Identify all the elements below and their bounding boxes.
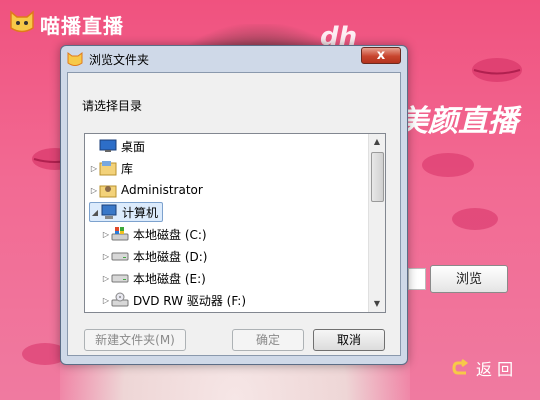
dvd-drive-icon xyxy=(111,292,129,307)
close-button[interactable]: x xyxy=(361,47,401,64)
tree-item-administrator[interactable]: ▷ Administrator xyxy=(89,180,203,200)
expand-arrow-icon[interactable]: ▷ xyxy=(89,164,99,173)
tree-scrollbar[interactable]: ▲ ▼ xyxy=(368,134,385,312)
dialog-titlebar[interactable]: 浏览文件夹 x xyxy=(61,46,407,72)
tree-item-label: 库 xyxy=(121,161,134,176)
back-label: 返 回 xyxy=(476,360,514,379)
expand-arrow-icon[interactable]: ▷ xyxy=(101,230,111,239)
library-icon xyxy=(99,161,117,176)
app-title: 喵播直播 xyxy=(40,14,124,38)
scroll-thumb[interactable] xyxy=(371,152,384,202)
tree-item-library[interactable]: ▷ 库 xyxy=(89,158,133,178)
desktop-icon xyxy=(99,139,117,152)
tree-item-desktop[interactable]: 桌面 xyxy=(89,136,145,156)
drive-icon xyxy=(111,252,129,261)
tree-item-dvd[interactable]: ▷ DVD RW 驱动器 (F:) xyxy=(101,290,246,310)
tree-item-drive-c[interactable]: ▷ 本地磁盘 (C:) xyxy=(101,224,207,244)
path-input[interactable] xyxy=(408,268,426,290)
user-folder-icon xyxy=(99,185,117,198)
tree-item-label: 本地磁盘 (D:) xyxy=(133,249,208,264)
app-logo-icon xyxy=(67,52,83,66)
lips-decoration-icon xyxy=(422,153,474,177)
cancel-button[interactable]: 取消 xyxy=(313,329,385,351)
dialog-prompt: 请选择目录 xyxy=(82,99,143,113)
app-logo-icon xyxy=(10,10,34,33)
dialog-body: 请选择目录 桌面 ▷ 库 ▷ Administrator ◢ 计算机 ▷ 本地磁… xyxy=(67,72,401,356)
collapse-arrow-icon[interactable]: ◢ xyxy=(90,208,100,217)
banner-title-partial: 美颜直播 xyxy=(398,104,518,139)
tree-item-label: Administrator xyxy=(121,183,203,197)
tree-item-computer[interactable]: ◢ 计算机 xyxy=(89,202,164,222)
ok-button[interactable]: 确定 xyxy=(232,329,304,351)
computer-icon xyxy=(101,204,117,219)
dialog-title: 浏览文件夹 xyxy=(89,53,150,67)
tree-item-drive-d[interactable]: ▷ 本地磁盘 (D:) xyxy=(101,246,208,266)
back-arrow-icon xyxy=(452,359,469,375)
expand-arrow-icon[interactable]: ▷ xyxy=(89,186,99,195)
folder-tree[interactable]: 桌面 ▷ 库 ▷ Administrator ◢ 计算机 ▷ 本地磁盘 (C:) xyxy=(84,133,386,313)
tree-item-label: 计算机 xyxy=(122,205,159,220)
tree-item-label: DVD RW 驱动器 (F:) xyxy=(133,293,247,308)
lips-decoration-icon xyxy=(472,58,522,82)
new-folder-button[interactable]: 新建文件夹(M) xyxy=(84,329,186,351)
tree-item-drive-e[interactable]: ▷ 本地磁盘 (E:) xyxy=(101,268,206,288)
tree-item-label: 本地磁盘 (E:) xyxy=(133,271,206,286)
system-drive-icon xyxy=(111,227,129,241)
expand-arrow-icon[interactable]: ▷ xyxy=(101,296,111,305)
browse-button[interactable]: 浏览 xyxy=(430,265,508,293)
scroll-down-icon[interactable]: ▼ xyxy=(369,296,385,312)
expand-arrow-icon[interactable]: ▷ xyxy=(101,274,111,283)
drive-icon xyxy=(111,274,129,283)
browse-folder-dialog: 浏览文件夹 x 请选择目录 桌面 ▷ 库 ▷ Administrator ◢ 计… xyxy=(60,45,408,365)
expand-arrow-icon[interactable]: ▷ xyxy=(101,252,111,261)
tree-item-label: 桌面 xyxy=(121,139,146,154)
lips-decoration-icon xyxy=(452,208,498,230)
tree-item-label: 本地磁盘 (C:) xyxy=(133,227,207,242)
scroll-up-icon[interactable]: ▲ xyxy=(369,134,385,150)
back-button[interactable]: 返 回 xyxy=(452,356,513,380)
